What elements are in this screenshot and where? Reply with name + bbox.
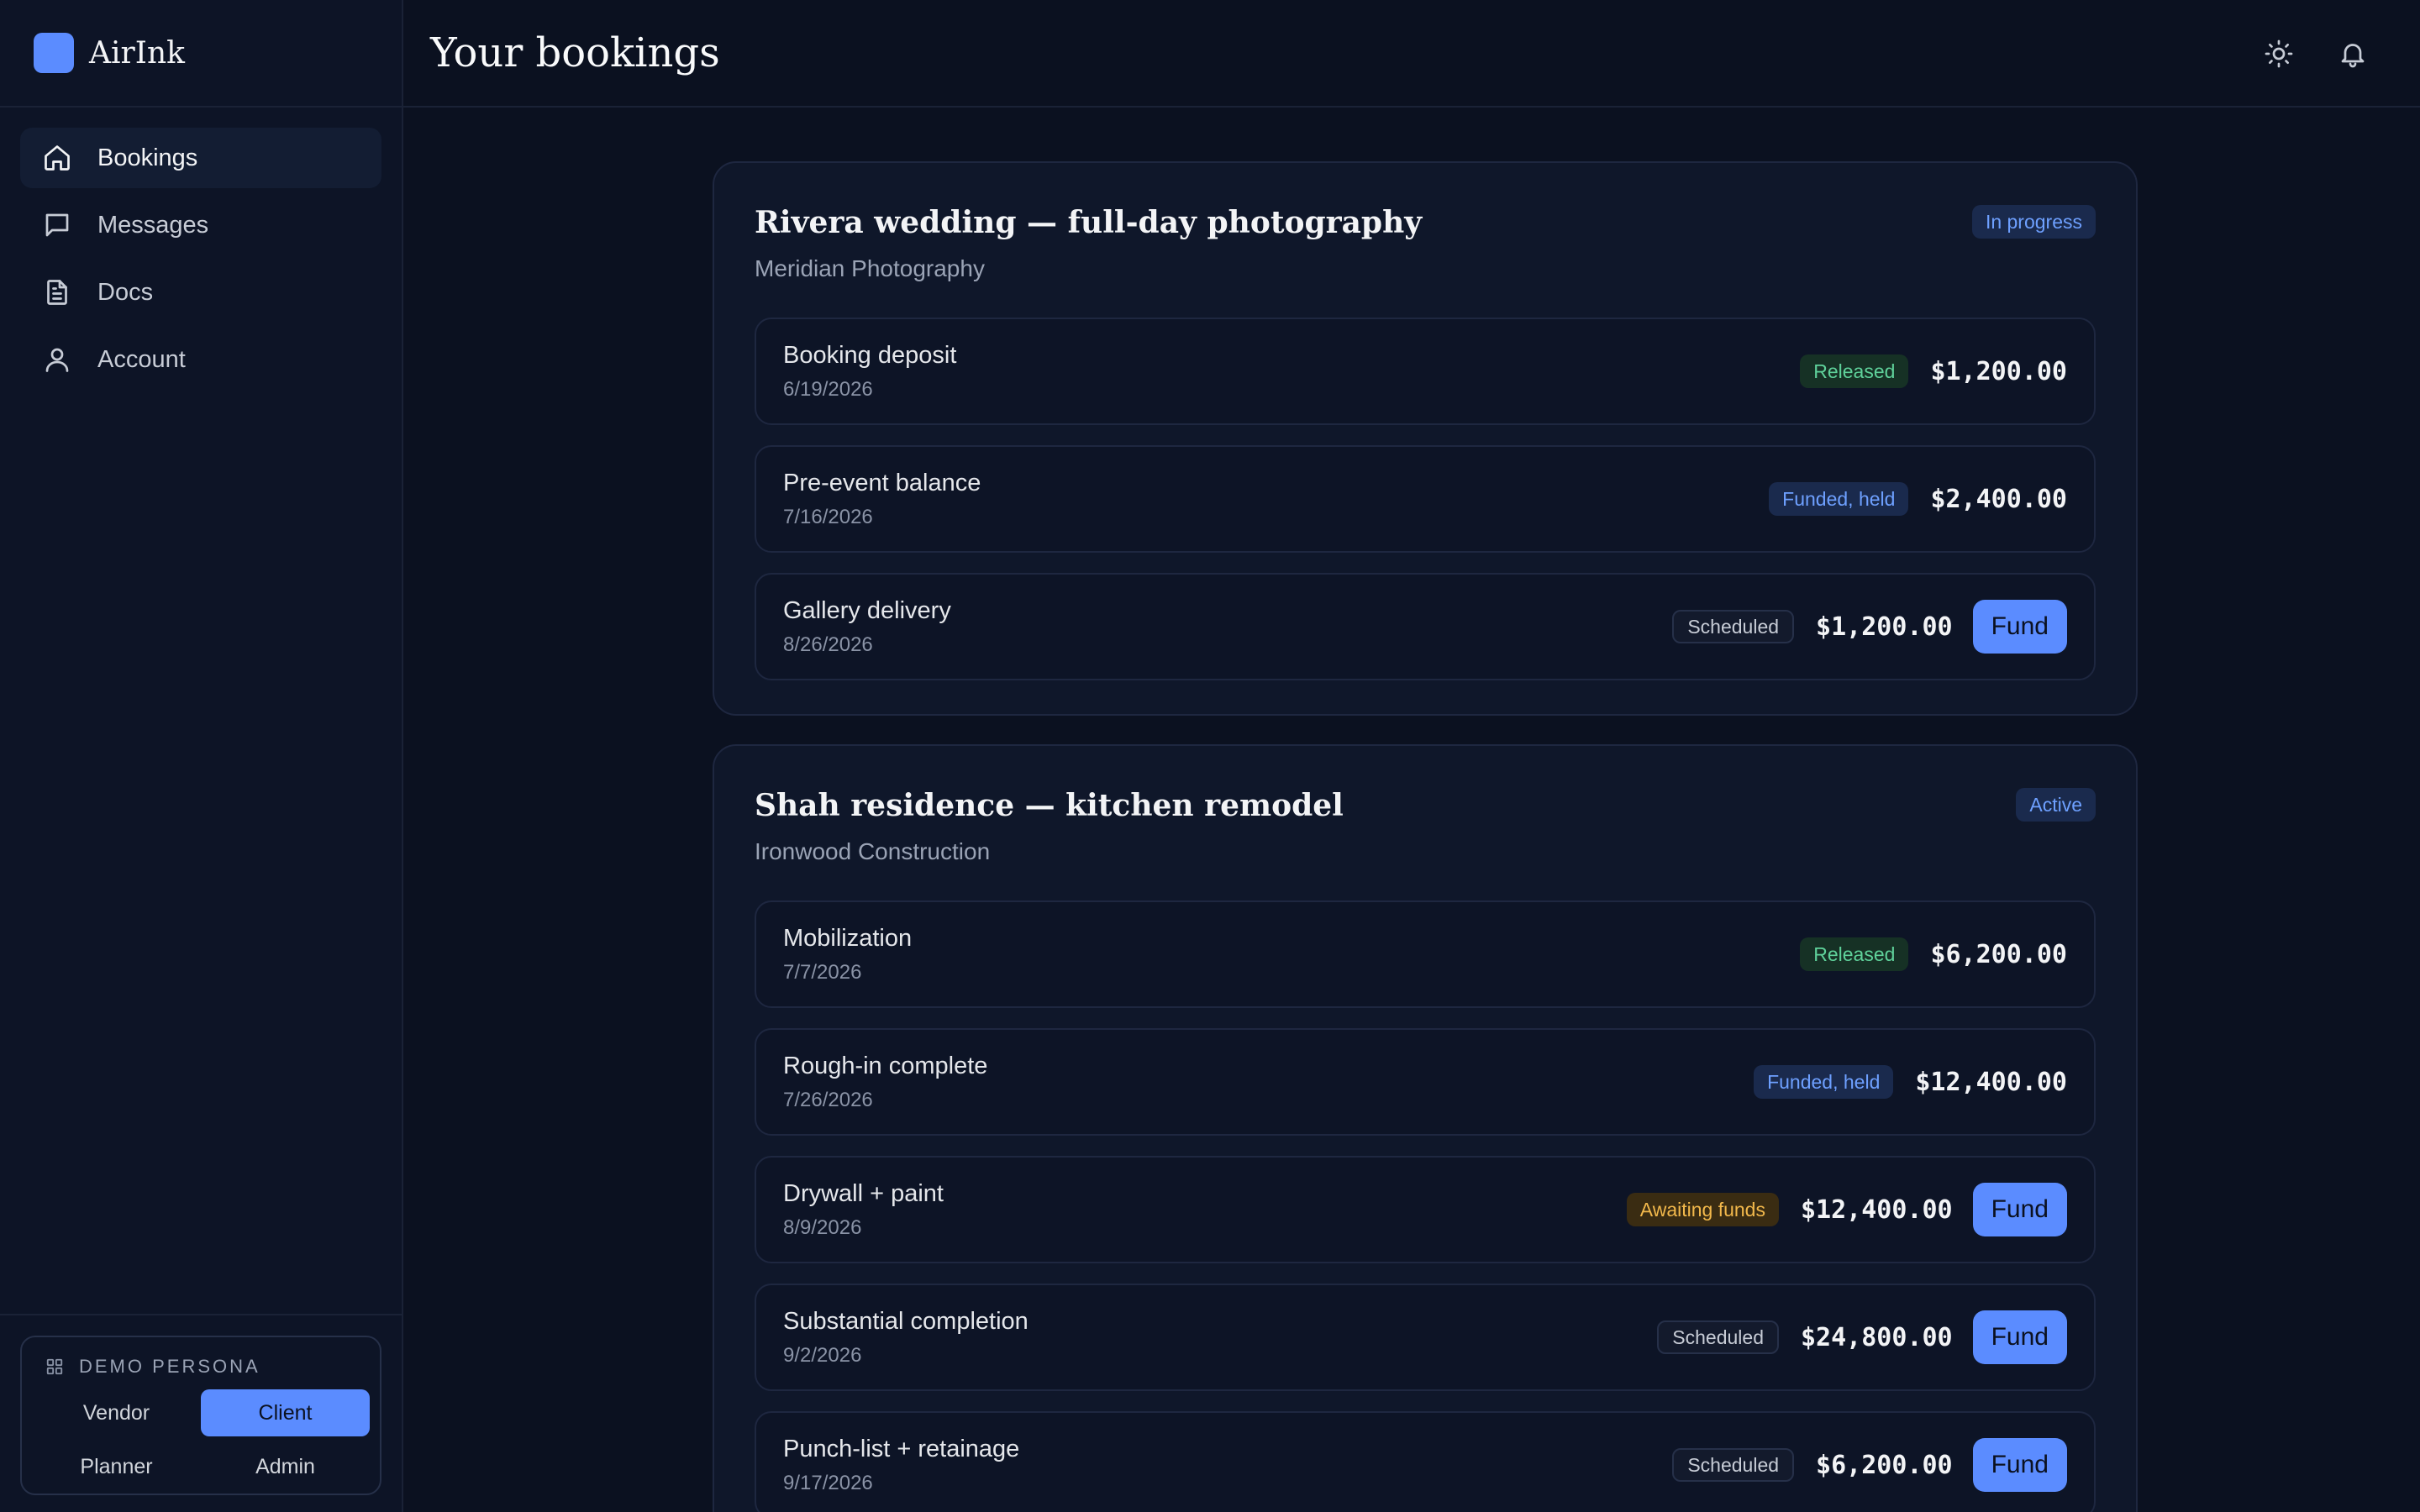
home-icon [42, 143, 72, 173]
milestone-status-badge: Funded, held [1754, 1065, 1894, 1099]
fund-button[interactable]: Fund [1972, 1310, 2067, 1364]
milestone-status-badge: Scheduled [1657, 1320, 1779, 1354]
bookings-list: Rivera wedding — full-day photography Me… [713, 161, 2138, 1512]
milestone-date: 8/26/2026 [783, 633, 873, 656]
milestone-date: 6/19/2026 [783, 377, 873, 401]
milestone-status-badge: Funded, held [1769, 482, 1909, 516]
milestone-row: Substantial completion 9/2/2026 Schedule… [755, 1284, 2096, 1391]
milestone-date: 9/2/2026 [783, 1343, 862, 1367]
milestone-status-badge: Awaiting funds [1626, 1193, 1779, 1226]
sidebar-item-docs[interactable]: Docs [20, 262, 381, 323]
milestone-date: 7/7/2026 [783, 960, 862, 984]
sidebar-item-account[interactable]: Account [20, 329, 381, 390]
milestone-amount: $2,400.00 [1930, 484, 2067, 514]
booking-vendor: Meridian Photography [755, 255, 985, 281]
booking-status-badge: Active [2016, 788, 2096, 822]
milestone-amount: $24,800.00 [1800, 1322, 1953, 1352]
persona-planner-button[interactable]: Planner [32, 1443, 201, 1490]
sidebar-item-bookings[interactable]: Bookings [20, 128, 381, 188]
top-bar: Your bookings [403, 0, 2420, 108]
milestone-name: Booking deposit [783, 341, 957, 369]
sidebar-item-messages[interactable]: Messages [20, 195, 381, 255]
sidebar-item-label: Messages [97, 211, 209, 239]
milestone-row: Booking deposit 6/19/2026 Released $1,20… [755, 318, 2096, 425]
document-icon [42, 277, 72, 307]
main-content: Your bookings Rivera wedding — full-day … [403, 0, 2420, 1512]
sidebar-item-label: Account [97, 345, 186, 373]
fund-button[interactable]: Fund [1972, 1183, 2067, 1236]
user-icon [42, 344, 72, 375]
milestone-row: Gallery delivery 8/26/2026 Scheduled $1,… [755, 573, 2096, 680]
theme-toggle-button[interactable] [2259, 34, 2299, 74]
bell-icon [2341, 44, 2365, 68]
milestone-name: Substantial completion [783, 1307, 1028, 1335]
milestone-name: Punch-list + retainage [783, 1435, 1020, 1462]
sidebar-item-label: Docs [97, 278, 154, 306]
brand-logo-icon [34, 33, 74, 73]
demo-persona-switcher: DEMO PERSONA Vendor Client Planner Admin [20, 1336, 381, 1495]
sidebar-footer: DEMO PERSONA Vendor Client Planner Admin [0, 1314, 402, 1512]
milestone-date: 7/26/2026 [783, 1088, 873, 1111]
grid-icon [46, 1358, 63, 1375]
persona-admin-button[interactable]: Admin [201, 1443, 370, 1490]
brand[interactable]: AirInk [0, 0, 402, 108]
brand-name: AirInk [89, 35, 185, 71]
milestone-status-badge: Scheduled [1672, 610, 1795, 643]
milestone-date: 8/9/2026 [783, 1215, 862, 1239]
persona-header: DEMO PERSONA [32, 1352, 370, 1381]
milestone-row: Punch-list + retainage 9/17/2026 Schedul… [755, 1411, 2096, 1512]
top-actions [2259, 34, 2373, 74]
app-root: AirInk Bookings Messages Docs Account DE… [0, 0, 2420, 1512]
notifications-button[interactable] [2333, 34, 2373, 74]
milestone-name: Drywall + paint [783, 1179, 944, 1207]
booking-card: Shah residence — kitchen remodel Ironwoo… [713, 744, 2138, 1512]
milestone-row: Drywall + paint 8/9/2026 Awaiting funds … [755, 1156, 2096, 1263]
milestone-amount: $12,400.00 [1915, 1067, 2067, 1097]
booking-status-badge: In progress [1971, 205, 2096, 239]
sun-icon [2265, 39, 2293, 68]
milestone-amount: $6,200.00 [1930, 939, 2067, 969]
milestone-row: Rough-in complete 7/26/2026 Funded, held… [755, 1028, 2096, 1136]
sidebar: AirInk Bookings Messages Docs Account DE… [0, 0, 403, 1512]
page-title: Your bookings [430, 29, 720, 76]
sidebar-nav: Bookings Messages Docs Account [0, 108, 402, 390]
persona-options: Vendor Client Planner Admin [32, 1389, 370, 1490]
booking-vendor: Ironwood Construction [755, 838, 991, 864]
milestone-name: Pre-event balance [783, 469, 981, 496]
milestone-amount: $1,200.00 [1930, 356, 2067, 386]
persona-client-button[interactable]: Client [201, 1389, 370, 1436]
persona-vendor-button[interactable]: Vendor [32, 1389, 201, 1436]
fund-button[interactable]: Fund [1972, 1438, 2067, 1492]
milestone-row: Pre-event balance 7/16/2026 Funded, held… [755, 445, 2096, 553]
milestone-name: Rough-in complete [783, 1052, 988, 1079]
message-icon [42, 210, 72, 240]
milestone-list: Booking deposit 6/19/2026 Released $1,20… [755, 318, 2096, 680]
milestone-list: Mobilization 7/7/2026 Released $6,200.00… [755, 900, 2096, 1512]
booking-card: Rivera wedding — full-day photography Me… [713, 161, 2138, 716]
milestone-date: 7/16/2026 [783, 505, 873, 528]
persona-title: DEMO PERSONA [79, 1356, 260, 1377]
milestone-status-badge: Released [1800, 354, 1909, 388]
milestone-date: 9/17/2026 [783, 1471, 873, 1494]
fund-button[interactable]: Fund [1972, 600, 2067, 654]
milestone-row: Mobilization 7/7/2026 Released $6,200.00 [755, 900, 2096, 1008]
milestone-name: Gallery delivery [783, 596, 951, 624]
booking-title[interactable]: Rivera wedding — full-day photography [755, 205, 2096, 240]
milestone-status-badge: Scheduled [1672, 1448, 1795, 1482]
booking-title[interactable]: Shah residence — kitchen remodel [755, 788, 2096, 823]
milestone-amount: $12,400.00 [1800, 1194, 1953, 1225]
milestone-amount: $6,200.00 [1816, 1450, 1953, 1480]
milestone-amount: $1,200.00 [1816, 612, 1953, 642]
milestone-status-badge: Released [1800, 937, 1909, 971]
milestone-name: Mobilization [783, 924, 913, 952]
sidebar-item-label: Bookings [97, 144, 198, 171]
